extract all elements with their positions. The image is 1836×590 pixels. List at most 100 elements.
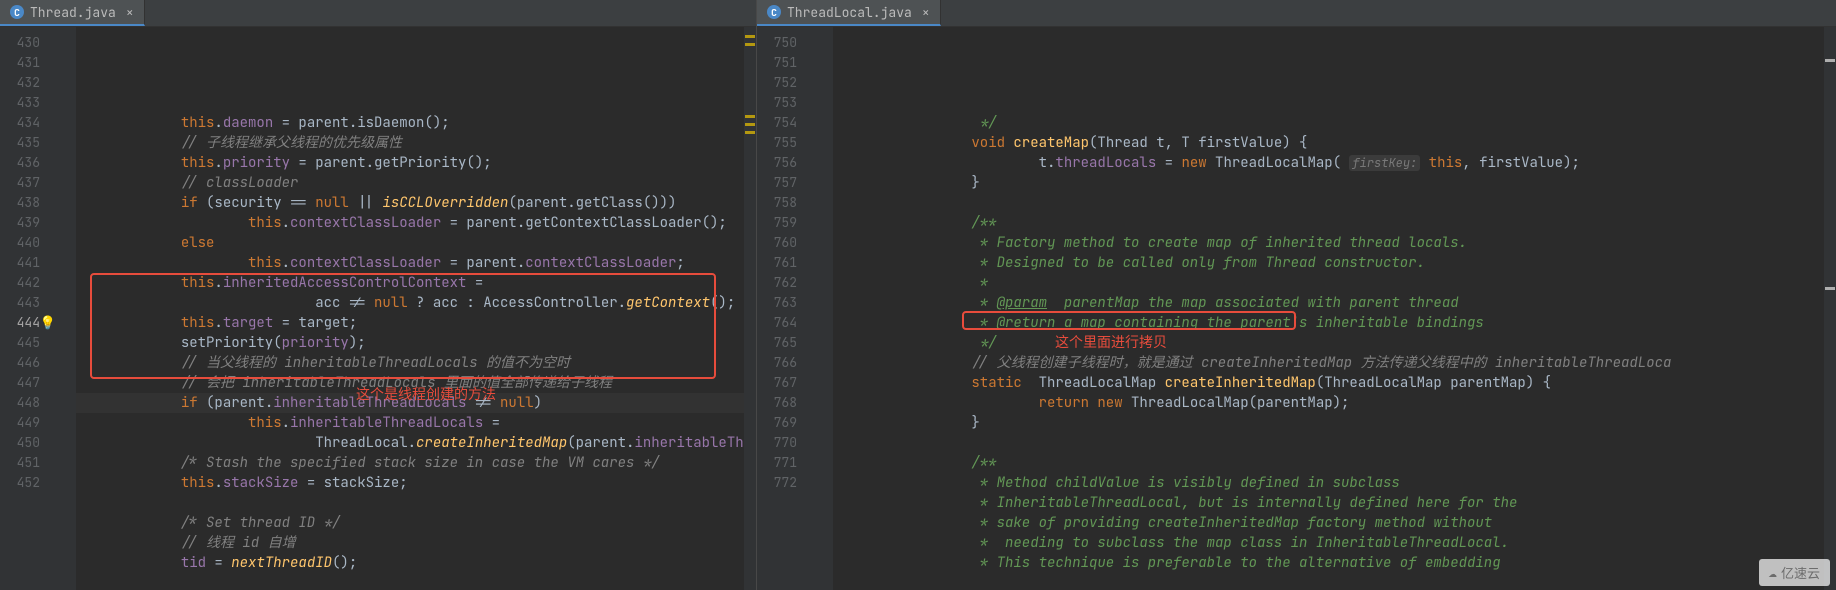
code-line[interactable]: * Factory method to create map of inheri… bbox=[833, 233, 1824, 253]
line-number: 445 bbox=[0, 333, 40, 353]
code-line[interactable]: return new ThreadLocalMap(parentMap); bbox=[833, 393, 1824, 413]
code-line[interactable] bbox=[833, 193, 1824, 213]
code-line[interactable]: // 当父线程的 inheritableThreadLocals 的值不为空时 bbox=[76, 353, 744, 373]
code-line[interactable]: // 线程 id 自增 bbox=[76, 533, 744, 553]
line-number: 763 bbox=[757, 293, 797, 313]
line-number: 750 bbox=[757, 33, 797, 53]
code-line[interactable]: /** bbox=[833, 453, 1824, 473]
code-line[interactable]: ThreadLocal.createInheritedMap(parent.in… bbox=[76, 433, 744, 453]
code-line[interactable]: this.inheritableThreadLocals = bbox=[76, 413, 744, 433]
code-line[interactable]: this.priority = parent.getPriority(); bbox=[76, 153, 744, 173]
java-class-icon: C bbox=[767, 5, 781, 19]
line-number: 449 bbox=[0, 413, 40, 433]
code-line[interactable]: t.threadLocals = new ThreadLocalMap( fir… bbox=[833, 153, 1824, 173]
line-number: 761 bbox=[757, 253, 797, 273]
code-line[interactable]: acc != null ? acc : AccessController.get… bbox=[76, 293, 744, 313]
code-line[interactable]: * @param parentMap the map associated wi… bbox=[833, 293, 1824, 313]
line-number: 756 bbox=[757, 153, 797, 173]
line-number: 437 bbox=[0, 173, 40, 193]
line-number: 450 bbox=[0, 433, 40, 453]
line-number: 766 bbox=[757, 353, 797, 373]
java-class-icon: C bbox=[10, 5, 24, 19]
code-line[interactable]: // classLoader bbox=[76, 173, 744, 193]
line-number: 444 bbox=[0, 313, 40, 333]
code-line[interactable]: * needing to subclass the map class in I… bbox=[833, 533, 1824, 553]
code-line[interactable]: this.target = target; bbox=[76, 313, 744, 333]
code-area-right[interactable]: 这个里面进行拷贝 */ void createMap(Thread t, T f… bbox=[833, 27, 1824, 590]
line-number: 436 bbox=[0, 153, 40, 173]
code-line[interactable] bbox=[833, 433, 1824, 453]
code-line[interactable]: * Designed to be called only from Thread… bbox=[833, 253, 1824, 273]
line-number: 762 bbox=[757, 273, 797, 293]
code-area-left[interactable]: 这个是线程创建的方法 this.daemon = parent.isDaemon… bbox=[76, 27, 744, 590]
editor-pane-left: C Thread.java × 430431432433434435436437… bbox=[0, 0, 757, 590]
code-line[interactable]: * This technique is preferable to the al… bbox=[833, 553, 1824, 573]
gutter-left: 4304314324334344354364374384394404414424… bbox=[0, 27, 58, 590]
editor-right[interactable]: ↓ 75075175275375475575675775875976076176… bbox=[757, 27, 1836, 590]
intention-bulb-icon[interactable]: 💡 bbox=[40, 313, 56, 333]
code-line[interactable]: // 子线程继承父线程的优先级属性 bbox=[76, 133, 744, 153]
code-line[interactable]: this.stackSize = stackSize; bbox=[76, 473, 744, 493]
fold-column-left bbox=[58, 27, 76, 590]
code-line[interactable]: if (security == null || isCCLOverridden(… bbox=[76, 193, 744, 213]
code-line[interactable]: tid = nextThreadID(); bbox=[76, 553, 744, 573]
watermark: ☁ 亿速云 bbox=[1759, 559, 1830, 586]
line-number: 451 bbox=[0, 453, 40, 473]
stripe-left bbox=[744, 27, 756, 590]
stripe-right bbox=[1824, 27, 1836, 590]
code-line[interactable]: this.inheritedAccessControlContext = bbox=[76, 273, 744, 293]
code-line[interactable]: static ThreadLocalMap createInheritedMap… bbox=[833, 373, 1824, 393]
code-line[interactable]: * @return a map containing the parent's … bbox=[833, 313, 1824, 333]
code-line[interactable]: */ bbox=[833, 113, 1824, 133]
code-line[interactable]: this.contextClassLoader = parent.context… bbox=[76, 253, 744, 273]
editor-pane-right: C ThreadLocal.java × ↓ 75075175275375475… bbox=[757, 0, 1836, 590]
code-line[interactable]: /* Set thread ID */ bbox=[76, 513, 744, 533]
line-number: 758 bbox=[757, 193, 797, 213]
code-line[interactable]: // 父线程创建子线程时，就是通过 createInheritedMap 方法传… bbox=[833, 353, 1824, 373]
code-line[interactable]: * bbox=[833, 273, 1824, 293]
line-number: 441 bbox=[0, 253, 40, 273]
line-number: 759 bbox=[757, 213, 797, 233]
line-number: 435 bbox=[0, 133, 40, 153]
line-number: 431 bbox=[0, 53, 40, 73]
editor-left[interactable]: 4304314324334344354364374384394404414424… bbox=[0, 27, 756, 590]
line-number: 447 bbox=[0, 373, 40, 393]
tab-threadlocal-java[interactable]: C ThreadLocal.java × bbox=[757, 0, 941, 26]
code-line[interactable]: this.daemon = parent.isDaemon(); bbox=[76, 113, 744, 133]
code-line[interactable]: */ bbox=[833, 333, 1824, 353]
line-number: 770 bbox=[757, 433, 797, 453]
line-number: 439 bbox=[0, 213, 40, 233]
watermark-text: 亿速云 bbox=[1781, 563, 1820, 582]
code-line[interactable]: } bbox=[833, 173, 1824, 193]
gutter-right: ↓ 75075175275375475575675775875976076176… bbox=[757, 27, 815, 590]
close-icon[interactable]: × bbox=[126, 4, 134, 21]
code-line[interactable]: else bbox=[76, 233, 744, 253]
code-line[interactable]: * InheritableThreadLocal, but is interna… bbox=[833, 493, 1824, 513]
line-number: 765 bbox=[757, 333, 797, 353]
line-number: 443 bbox=[0, 293, 40, 313]
tab-bar-right: C ThreadLocal.java × bbox=[757, 0, 1836, 27]
tab-bar-left: C Thread.java × bbox=[0, 0, 756, 27]
code-line[interactable]: setPriority(priority); bbox=[76, 333, 744, 353]
tab-label: Thread.java bbox=[30, 4, 116, 21]
line-number: 438 bbox=[0, 193, 40, 213]
line-number: 452 bbox=[0, 473, 40, 493]
line-number: 448 bbox=[0, 393, 40, 413]
code-line[interactable]: * Method childValue is visibly defined i… bbox=[833, 473, 1824, 493]
code-line[interactable]: if (parent.inheritableThreadLocals != nu… bbox=[76, 393, 744, 413]
code-line[interactable] bbox=[76, 493, 744, 513]
tab-thread-java[interactable]: C Thread.java × bbox=[0, 0, 145, 26]
code-line[interactable]: void createMap(Thread t, T firstValue) { bbox=[833, 133, 1824, 153]
code-line[interactable]: * sake of providing createInheritedMap f… bbox=[833, 513, 1824, 533]
line-number: 753 bbox=[757, 93, 797, 113]
code-line[interactable]: } bbox=[833, 413, 1824, 433]
line-number: 767 bbox=[757, 373, 797, 393]
line-number: 755 bbox=[757, 133, 797, 153]
code-line[interactable]: // 会把 inheritableThreadLocals 里面的值全部传递给子… bbox=[76, 373, 744, 393]
cloud-icon: ☁ bbox=[1769, 564, 1777, 582]
code-line[interactable]: /* Stash the specified stack size in cas… bbox=[76, 453, 744, 473]
close-icon[interactable]: × bbox=[922, 4, 930, 21]
code-line[interactable]: /** bbox=[833, 213, 1824, 233]
line-number: 440 bbox=[0, 233, 40, 253]
code-line[interactable]: this.contextClassLoader = parent.getCont… bbox=[76, 213, 744, 233]
